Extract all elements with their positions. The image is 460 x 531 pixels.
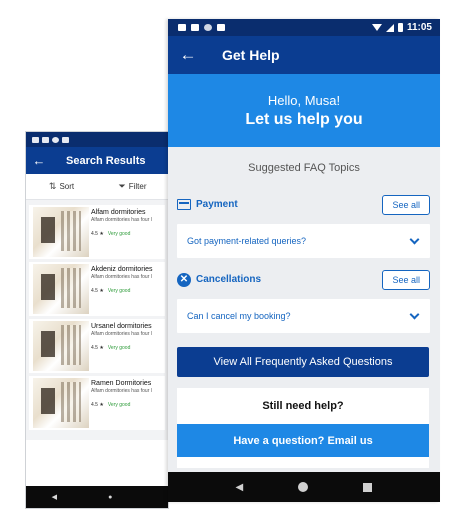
list-item[interactable]: Ramen Dormitories Alfam dormitories has …: [29, 376, 165, 430]
status-time: 11:05: [406, 22, 432, 33]
back-arrow-icon[interactable]: ←: [26, 147, 52, 174]
dorm-desc: Alfam dormitories has four l: [91, 331, 152, 337]
canvas: ← Search Results ⇅ Sort ⏷ Filter Alfam d…: [0, 0, 460, 531]
dorm-rating: 4.5 ★ Very good: [91, 402, 152, 408]
sync-icon: [52, 136, 59, 143]
nav-back-icon[interactable]: ◀: [52, 493, 57, 501]
payment-see-all-button[interactable]: See all: [382, 194, 430, 215]
system-nav-bar: ◀ ●: [26, 486, 168, 508]
list-item[interactable]: Akdeniz dormitories Alfam dormitories ha…: [29, 262, 165, 316]
rating-value: 4.5 ★: [91, 402, 104, 408]
page-title: Search Results: [66, 154, 146, 167]
section-label: Cancellations: [196, 274, 262, 285]
app-bar: ← Get Help: [168, 36, 440, 74]
nav-home-icon[interactable]: ●: [108, 494, 112, 501]
credit-card-icon: [177, 199, 191, 210]
greeting-banner: Hello, Musa! Let us help you: [168, 74, 440, 147]
dorm-thumbnail: [33, 264, 89, 314]
results-list: Alfam dormitories Alfam dormitories has …: [26, 200, 168, 440]
dorm-desc: Alfam dormitories has four l: [91, 388, 152, 394]
sort-icon: ⇅: [48, 181, 57, 191]
sort-filter-bar: ⇅ Sort ⏷ Filter: [26, 174, 168, 200]
dorm-name: Alfam dormitories: [91, 209, 146, 216]
dorm-rating: 4.5 ★ Very good: [91, 288, 152, 294]
sort-button[interactable]: ⇅ Sort: [26, 181, 97, 192]
dorm-name: Akdeniz dormitories: [91, 266, 153, 273]
chevron-down-icon: [409, 309, 420, 319]
battery-icon: [397, 23, 403, 32]
status-bar: [26, 132, 168, 147]
email-us-button[interactable]: Have a question? Email us: [177, 424, 429, 457]
still-need-help-card: Still need help? Have a question? Email …: [177, 388, 429, 468]
nav-back-icon[interactable]: ◀: [236, 482, 244, 493]
still-need-help-heading: Still need help?: [262, 400, 344, 412]
mail-icon: [32, 136, 39, 143]
rating-value: 4.5 ★: [91, 345, 104, 351]
nav-home-icon[interactable]: [298, 482, 309, 492]
greeting-text: Hello, Musa!: [267, 93, 341, 108]
search-results-screen: ← Search Results ⇅ Sort ⏷ Filter Alfam d…: [25, 131, 169, 509]
sync-icon: [204, 24, 212, 31]
cancellations-question-dropdown[interactable]: Can I cancel my booking?: [177, 299, 430, 333]
rating-value: 4.5 ★: [91, 231, 104, 237]
section-label: Payment: [196, 199, 238, 210]
cancellations-see-all-button[interactable]: See all: [382, 269, 430, 290]
filter-label: Filter: [128, 182, 147, 191]
back-arrow-icon[interactable]: ←: [168, 45, 208, 65]
dorm-name: Ursanel dormitories: [91, 323, 152, 330]
play-icon: [62, 136, 69, 143]
sort-label: Sort: [59, 182, 75, 191]
app-bar: ← Search Results: [26, 147, 168, 174]
filter-icon: ⏷: [118, 181, 126, 191]
rating-text: Very good: [107, 402, 131, 408]
view-all-faq-button[interactable]: View All Frequently Asked Questions: [177, 347, 429, 377]
wifi-icon: [371, 24, 382, 31]
sim-icon: [42, 136, 49, 143]
cancellations-section-header: ✕ Cancellations See all: [168, 264, 440, 295]
rating-text: Very good: [107, 231, 131, 237]
faq-section-title: Suggested FAQ Topics: [248, 162, 360, 174]
mail-icon: [178, 24, 186, 31]
filter-button[interactable]: ⏷ Filter: [97, 181, 168, 192]
system-nav-bar: ◀: [168, 472, 440, 502]
page-title: Get Help: [222, 47, 280, 63]
play-icon: [217, 24, 225, 31]
dorm-rating: 4.5 ★ Very good: [91, 231, 152, 237]
get-help-screen: 11:05 ← Get Help Hello, Musa! Let us hel…: [168, 19, 440, 502]
dorm-thumbnail: [33, 378, 89, 428]
rating-text: Very good: [107, 288, 131, 294]
sim-icon: [191, 24, 199, 31]
dorm-desc: Alfam dormitories has four l: [91, 217, 152, 223]
dorm-desc: Alfam dormitories has four l: [91, 274, 152, 280]
question-text: Can I cancel my booking?: [187, 311, 291, 321]
dorm-thumbnail: [33, 207, 89, 257]
rating-text: Very good: [107, 345, 131, 351]
dorm-name: Ramen Dormitories: [91, 380, 152, 387]
question-text: Got payment-related queries?: [187, 236, 307, 246]
cancel-icon: ✕: [177, 272, 191, 287]
payment-question-dropdown[interactable]: Got payment-related queries?: [177, 224, 430, 258]
nav-recents-icon[interactable]: [363, 482, 373, 492]
rating-value: 4.5 ★: [91, 288, 104, 294]
status-bar: 11:05: [168, 19, 440, 36]
dorm-rating: 4.5 ★ Very good: [91, 345, 152, 351]
payment-section-header: Payment See all: [168, 189, 440, 220]
list-item[interactable]: Ursanel dormitories Alfam dormitories ha…: [29, 319, 165, 373]
dorm-thumbnail: [33, 321, 89, 371]
signal-icon: [385, 23, 394, 32]
tagline-text: Let us help you: [245, 111, 363, 128]
chevron-down-icon: [409, 234, 420, 244]
list-item[interactable]: Alfam dormitories Alfam dormitories has …: [29, 205, 165, 259]
